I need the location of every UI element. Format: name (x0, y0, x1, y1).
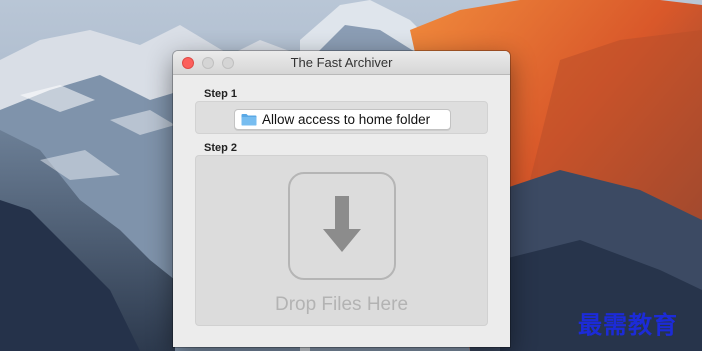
step2-label: Step 2 (204, 142, 238, 154)
allow-access-button[interactable]: Allow access to home folder (234, 109, 451, 130)
step1-label: Step 1 (204, 88, 238, 100)
step1-panel: Allow access to home folder (195, 101, 488, 134)
watermark-text: 最需教育 (578, 310, 678, 339)
download-arrow-icon (288, 172, 396, 280)
allow-access-label: Allow access to home folder (262, 112, 431, 127)
title-bar[interactable]: The Fast Archiver (173, 51, 510, 75)
drop-files-label: Drop Files Here (274, 294, 409, 315)
window-title: The Fast Archiver (290, 55, 393, 70)
drop-zone[interactable]: Drop Files Here (195, 155, 488, 326)
folder-icon (241, 114, 257, 126)
app-window: The Fast Archiver Step 1 Allow access to… (173, 51, 510, 347)
